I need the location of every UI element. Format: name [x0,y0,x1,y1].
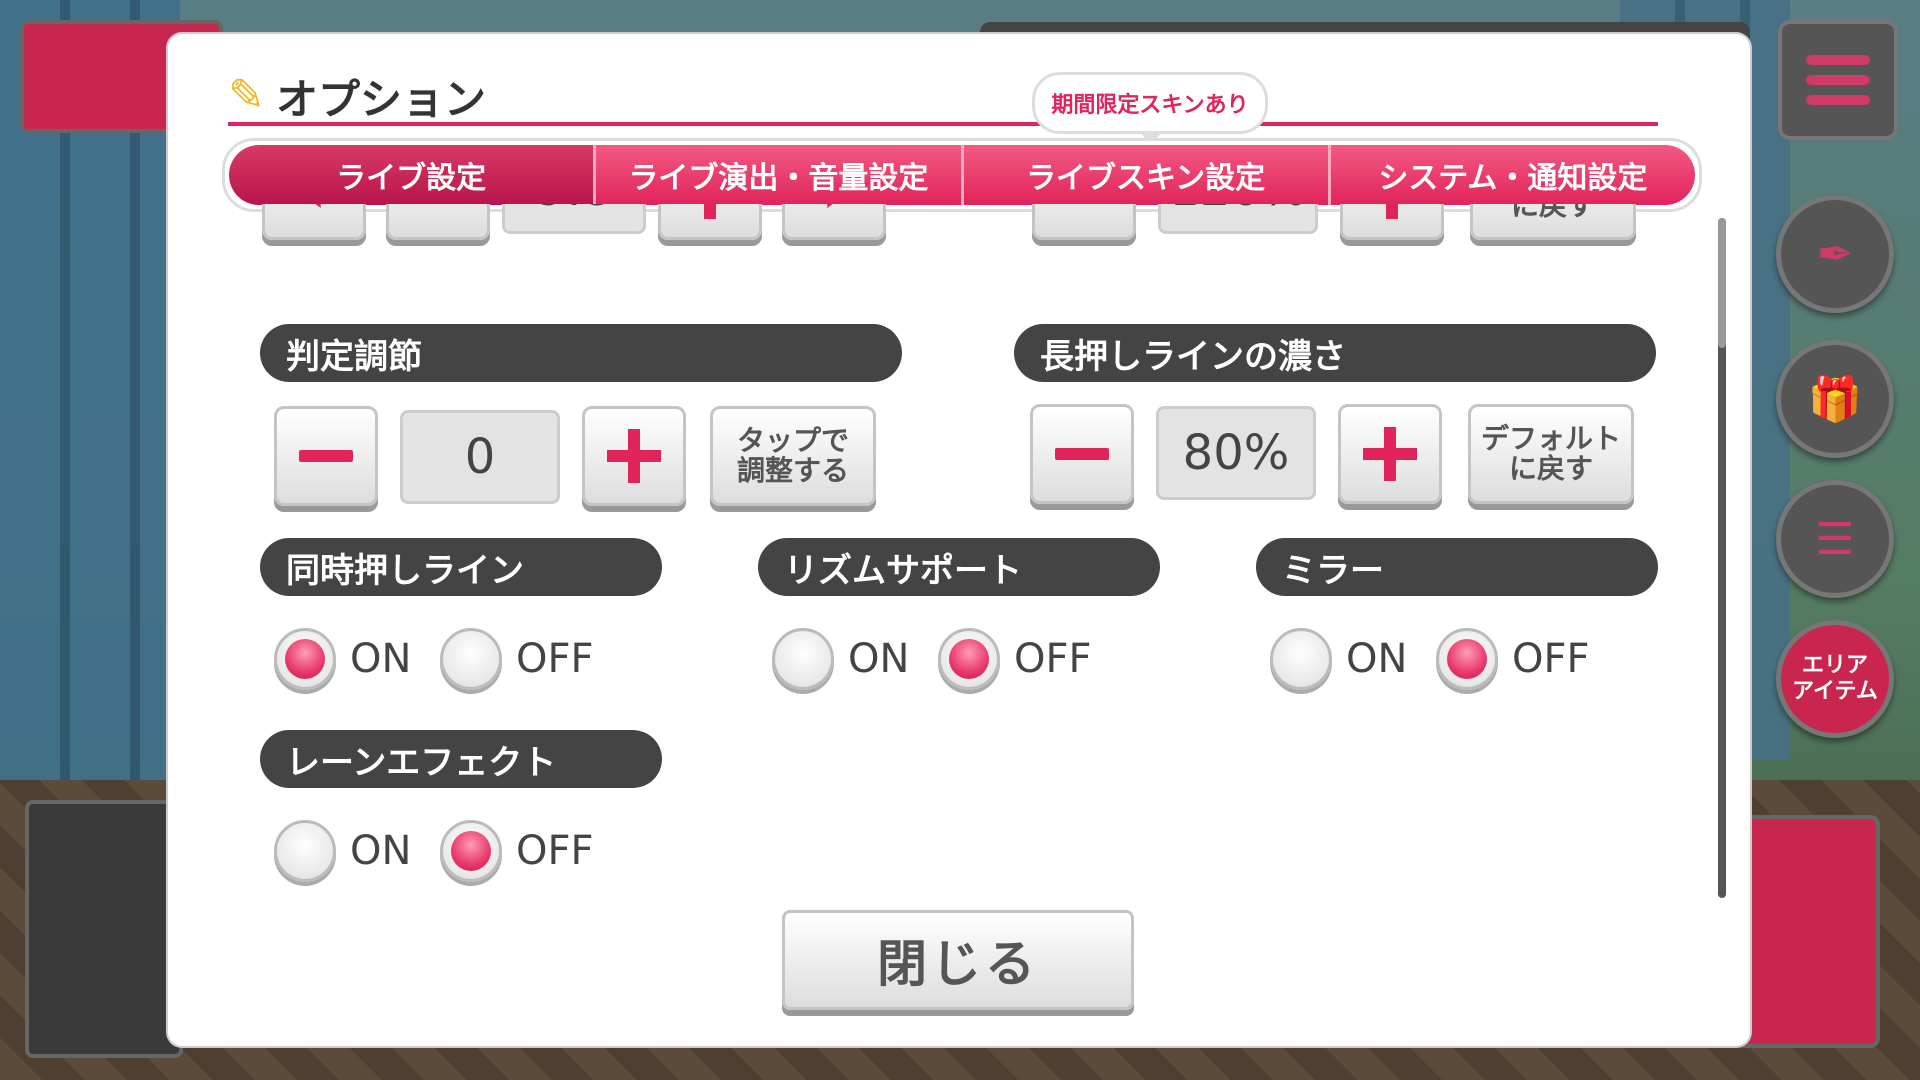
dialog-title: オプション [276,75,487,124]
options-scrollbar[interactable] [1718,218,1726,898]
rhythm-support-off-radio[interactable]: OFF [938,628,1092,690]
speed-plus-button[interactable] [658,204,762,240]
simultaneous-line-label: 同時押しライン [260,538,662,596]
tab-system-notification[interactable]: システム・通知設定 [1330,145,1695,205]
judgment-minus-button[interactable] [274,406,378,506]
simultaneous-on-radio[interactable]: ON [274,628,411,690]
judgment-label: 判定調節 [260,324,902,382]
scrollbar-thumb[interactable] [1718,218,1726,348]
mirror-on-text: ON [1346,636,1408,682]
menu-button[interactable] [1778,20,1898,140]
options-dialog: ✎ オプション 期間限定スキンあり ライブ設定 ライブ演出・音量設定 ライブスキ… [168,34,1750,1046]
size-reset-label: に戻す [1510,204,1595,222]
tap-adjust-line1: タップで [736,424,849,457]
bottom-left-banner[interactable] [25,800,183,1058]
hold-line-value: 80% [1156,406,1316,500]
mirror-off-radio[interactable]: OFF [1436,628,1590,690]
pen-icon: ✒ [1816,228,1854,280]
size-plus-button[interactable] [1340,204,1444,240]
size-value: 120% [1158,204,1318,234]
area-item-label-line2: アイテム [1792,679,1878,704]
rhythm-support-on-text: ON [848,636,910,682]
speed-minus-button[interactable] [386,204,490,240]
area-item-button[interactable]: エリア アイテム [1776,620,1894,738]
lane-effect-off-radio[interactable]: OFF [440,820,594,882]
tap-adjust-line2: 調整する [736,454,849,487]
lane-effect-off-text: OFF [516,828,594,874]
chevron-left-icon: ‹ [302,204,327,227]
judgment-value: 0 [400,410,560,504]
mirror-on-radio[interactable]: ON [1270,628,1407,690]
size-reset-button[interactable]: に戻す [1470,204,1636,240]
rhythm-support-label: リズムサポート [758,538,1160,596]
side-button-live[interactable]: ✒ [1776,195,1894,313]
chevron-right-icon: › [822,204,847,227]
rhythm-support-on-radio[interactable]: ON [772,628,909,690]
next-button[interactable]: › [782,204,886,240]
list-icon: ☰ [1815,513,1855,565]
hold-line-reset-line1: デフォルト [1480,422,1621,455]
side-button-gift[interactable]: 🎁 [1776,340,1894,458]
simultaneous-on-text: ON [350,636,412,682]
tab-live-skin[interactable]: ライブスキン設定 [963,145,1331,205]
speed-value: 9.8 [502,204,646,234]
rhythm-support-off-text: OFF [1014,636,1092,682]
options-content: ‹ 9.8 › 120% に戻す 判定調節 0 タップで 調整する 長押しライン… [168,204,1708,904]
gift-icon: 🎁 [1807,374,1863,425]
mirror-off-text: OFF [1512,636,1590,682]
lane-effect-on-radio[interactable]: ON [274,820,411,882]
prev-button[interactable]: ‹ [262,204,366,240]
lane-effect-on-text: ON [350,828,412,874]
simultaneous-off-radio[interactable]: OFF [440,628,594,690]
area-item-label-line1: エリア [1801,653,1868,678]
tab-live-settings[interactable]: ライブ設定 [229,145,597,205]
hold-line-reset-button[interactable]: デフォルト に戻す [1468,404,1634,504]
hold-line-label: 長押しラインの濃さ [1014,324,1656,382]
close-button[interactable]: 閉じる [782,910,1134,1010]
hold-line-plus-button[interactable] [1338,404,1442,504]
limited-skin-tooltip: 期間限定スキンあり [1032,72,1268,145]
size-minus-button[interactable] [1032,204,1136,240]
side-button-list[interactable]: ☰ [1776,480,1894,598]
lane-effect-label: レーンエフェクト [260,730,662,788]
judgment-plus-button[interactable] [582,406,686,506]
options-tabs: ライブ設定 ライブ演出・音量設定 ライブスキン設定 システム・通知設定 [222,138,1702,212]
simultaneous-off-text: OFF [516,636,594,682]
dialog-title-row: ✎ オプション [228,66,1658,126]
tap-adjust-button[interactable]: タップで 調整する [710,406,876,506]
pen-icon: ✎ [228,70,265,121]
mirror-label: ミラー [1256,538,1658,596]
hold-line-reset-line2: に戻す [1508,452,1593,485]
tab-live-effects-volume[interactable]: ライブ演出・音量設定 [596,145,964,205]
hold-line-minus-button[interactable] [1030,404,1134,504]
